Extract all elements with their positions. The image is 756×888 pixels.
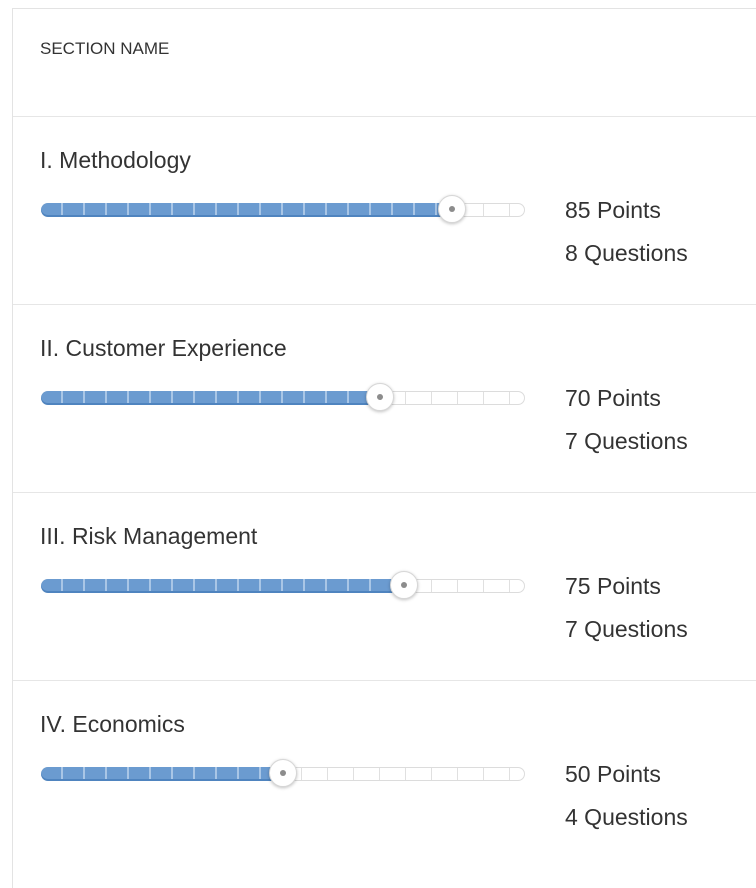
sections-panel: SECTION NAME I. Methodology 85 Points 8 … (12, 8, 756, 888)
section-name-header: SECTION NAME (40, 39, 170, 58)
slider-handle[interactable] (438, 195, 466, 223)
questions-label: 7 Questions (565, 428, 688, 454)
section-row-economics: IV. Economics 50 Points 4 Questions (13, 681, 756, 869)
section-row-risk-management: III. Risk Management 75 Points 7 Questio… (13, 493, 756, 681)
slider-fill (41, 767, 283, 781)
points-slider[interactable] (41, 571, 525, 599)
handle-dot-icon (377, 394, 383, 400)
points-slider[interactable] (41, 383, 525, 411)
questions-label: 4 Questions (565, 804, 688, 830)
slider-handle[interactable] (390, 571, 418, 599)
handle-dot-icon (449, 206, 455, 212)
section-row-methodology: I. Methodology 85 Points 8 Questions (13, 117, 756, 305)
section-title: III. Risk Management (40, 523, 258, 549)
points-slider[interactable] (41, 195, 525, 223)
section-title: IV. Economics (40, 711, 185, 737)
points-label: 70 Points (565, 385, 661, 411)
points-label: 50 Points (565, 761, 661, 787)
slider-fill (41, 203, 452, 217)
handle-dot-icon (280, 770, 286, 776)
points-label: 75 Points (565, 573, 661, 599)
questions-label: 7 Questions (565, 616, 688, 642)
questions-label: 8 Questions (565, 240, 688, 266)
slider-handle[interactable] (269, 759, 297, 787)
table-header: SECTION NAME (13, 9, 756, 117)
slider-handle[interactable] (366, 383, 394, 411)
section-title: II. Customer Experience (40, 335, 287, 361)
points-slider[interactable] (41, 759, 525, 787)
section-title: I. Methodology (40, 147, 191, 173)
slider-fill (41, 579, 404, 593)
slider-fill (41, 391, 380, 405)
handle-dot-icon (401, 582, 407, 588)
points-label: 85 Points (565, 197, 661, 223)
section-row-customer-experience: II. Customer Experience 70 Points 7 Ques… (13, 305, 756, 493)
